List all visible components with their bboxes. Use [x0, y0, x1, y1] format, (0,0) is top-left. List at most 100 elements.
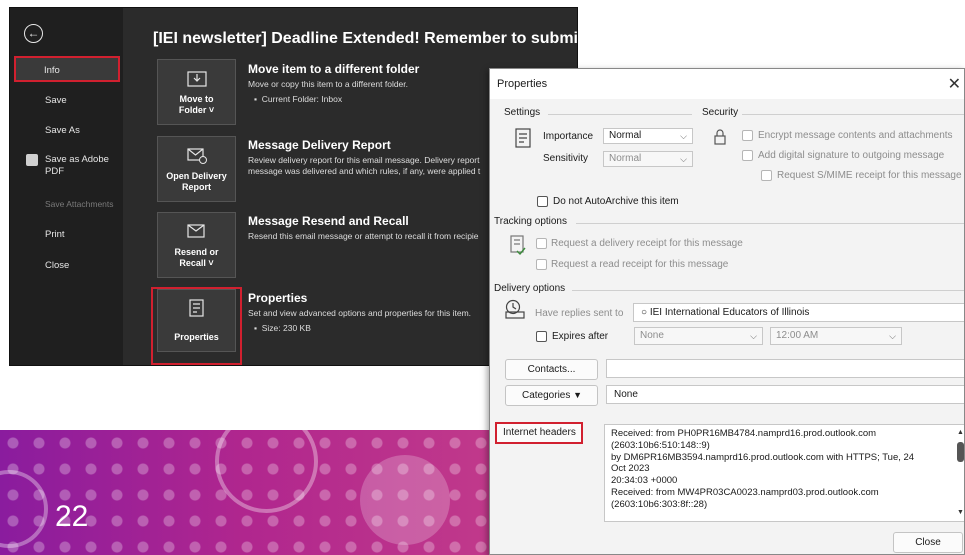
replies-label: Have replies sent to: [535, 308, 624, 319]
delivery-receipt-label: Request a delivery receipt for this mess…: [551, 238, 743, 249]
importance-label: Importance: [543, 131, 594, 142]
internet-headers-label: Internet headers: [495, 422, 583, 444]
nav-save[interactable]: Save: [14, 95, 120, 107]
categories-field[interactable]: None: [606, 385, 964, 404]
categories-button[interactable]: Categories ▼: [505, 385, 598, 406]
encrypt-label: Encrypt message contents and attachments: [758, 130, 953, 141]
nav-print[interactable]: Print: [14, 229, 120, 241]
read-receipt-label: Request a read receipt for this message: [551, 259, 729, 270]
chevron-down-icon: ⌵: [680, 131, 687, 141]
adobe-pdf-icon: [26, 154, 38, 166]
contacts-field[interactable]: [606, 359, 964, 378]
properties-description: Set and view advanced options and proper…: [248, 308, 472, 318]
back-arrow-icon[interactable]: ←: [24, 24, 43, 43]
scroll-down-icon[interactable]: ▼: [957, 507, 964, 519]
scrollbar-thumb[interactable]: [957, 442, 964, 462]
nav-close[interactable]: Close: [14, 260, 120, 272]
backstage-nav: ← Info Save Save As Save as Adobe PDF Sa…: [10, 8, 123, 365]
move-to-folder-label: Move to Folder ˅: [178, 94, 215, 115]
resend-section: Message Resend and Recall Resend this em…: [248, 214, 479, 242]
scrollbar[interactable]: ▲ ▼: [956, 427, 964, 519]
size-text: Size: 230 KB: [261, 323, 311, 333]
signature-label: Add digital signature to outgoing messag…: [758, 150, 945, 161]
header-line: Received: from MW4PR03CA0023.namprd03.pr…: [611, 486, 879, 498]
categories-value: None: [614, 389, 638, 400]
contacts-button[interactable]: Contacts...: [505, 359, 598, 380]
tracking-group-label: Tracking options: [494, 216, 567, 227]
header-line: by DM6PR16MB3594.namprd16.prod.outlook.c…: [611, 451, 915, 463]
settings-group-label: Settings: [504, 107, 541, 118]
delivery-receipt-checkbox[interactable]: [536, 238, 547, 249]
dropdown-arrow-icon: ▼: [573, 390, 583, 400]
internet-headers-textarea[interactable]: Received: from PH0PR16MB4784.namprd16.pr…: [604, 424, 964, 522]
slide-decorative-band: [0, 430, 540, 555]
security-group-label: Security: [702, 107, 739, 118]
nav-save-as-label: Save As: [45, 125, 80, 136]
header-line: 20:34:03 +0000: [611, 475, 678, 487]
read-receipt-checkbox[interactable]: [536, 259, 547, 270]
delivery-report-heading: Message Delivery Report: [248, 138, 391, 152]
expires-date-select[interactable]: None ⌵: [634, 327, 763, 345]
resend-icon: [187, 224, 205, 238]
encrypt-checkbox[interactable]: [742, 130, 753, 141]
close-button[interactable]: Close: [893, 532, 963, 553]
importance-select[interactable]: Normal ⌵: [603, 128, 693, 144]
expires-time-value: 12:00 AM: [776, 330, 819, 341]
nav-save-attachments[interactable]: Save Attachments: [14, 199, 120, 211]
expires-checkbox[interactable]: [536, 331, 547, 342]
move-section: Move item to a different folder Move or …: [248, 62, 419, 104]
sensitivity-label: Sensitivity: [543, 153, 589, 164]
sensitivity-value: Normal: [609, 153, 642, 164]
replies-field[interactable]: ○ IEI International Educators of Illinoi…: [633, 303, 964, 322]
delivery-report-icon: [187, 148, 207, 164]
resend-or-recall-label: Resend or Recall ˅: [174, 247, 219, 268]
open-delivery-report-button[interactable]: Open Delivery Report: [157, 136, 236, 202]
divider: [742, 114, 964, 115]
expires-date-value: None: [640, 330, 664, 341]
move-description: Move or copy this item to a different fo…: [248, 79, 409, 89]
nav-save-label: Save: [45, 95, 67, 106]
nav-save-as[interactable]: Save As: [14, 125, 120, 137]
nav-print-label: Print: [45, 229, 65, 240]
delivery-report-section: Message Delivery Report Review delivery …: [248, 138, 480, 177]
autoarchive-label: Do not AutoArchive this item: [553, 196, 679, 207]
divider: [572, 290, 964, 291]
scroll-up-icon[interactable]: ▲: [957, 427, 964, 439]
nav-save-as-adobe-pdf[interactable]: Save as Adobe PDF: [14, 154, 120, 178]
slide-page-number: 22: [55, 500, 89, 533]
move-folder-icon: [187, 71, 207, 87]
tracking-icon: [510, 235, 526, 256]
resend-or-recall-button[interactable]: Resend or Recall ˅: [157, 212, 236, 278]
header-line: (2603:10b6:510:148::9): [611, 439, 710, 451]
divider: [576, 223, 964, 224]
size-bullet: ▪ Size: 230 KB: [254, 323, 311, 333]
chevron-down-icon: ⌵: [889, 331, 896, 341]
importance-value: Normal: [609, 130, 642, 141]
header-line: Oct 2023: [611, 463, 650, 475]
autoarchive-checkbox[interactable]: [537, 196, 548, 207]
dialog-title: Properties: [497, 78, 548, 90]
delivery-group-label: Delivery options: [494, 283, 566, 294]
expires-time-select[interactable]: 12:00 AM ⌵: [770, 327, 902, 345]
expires-label: Expires after: [552, 331, 609, 342]
open-delivery-report-label: Open Delivery Report: [166, 171, 227, 192]
lightbulb-icon: [360, 455, 450, 545]
properties-heading: Properties: [248, 291, 308, 305]
resend-heading: Message Resend and Recall: [248, 214, 409, 228]
properties-highlight-box: [151, 287, 242, 365]
delivery-report-description: Review delivery report for this email me…: [248, 155, 481, 176]
sensitivity-select[interactable]: Normal ⌵: [603, 151, 693, 167]
move-to-folder-button[interactable]: Move to Folder ˅: [157, 59, 236, 125]
move-heading: Move item to a different folder: [248, 62, 420, 76]
smime-checkbox[interactable]: [761, 170, 772, 181]
nav-save-attachments-label: Save Attachments: [45, 199, 114, 209]
resend-description: Resend this email message or attempt to …: [248, 231, 479, 241]
current-folder-bullet: ▪ Current Folder: Inbox: [254, 94, 343, 104]
nav-info[interactable]: Info: [14, 56, 120, 82]
security-lock-icon: [714, 129, 726, 145]
nav-close-label: Close: [45, 260, 70, 271]
properties-section: Properties Set and view advanced options…: [248, 291, 471, 333]
close-icon[interactable]: ✕: [948, 74, 961, 94]
signature-checkbox[interactable]: [742, 150, 753, 161]
categories-label: Categories: [522, 390, 571, 401]
